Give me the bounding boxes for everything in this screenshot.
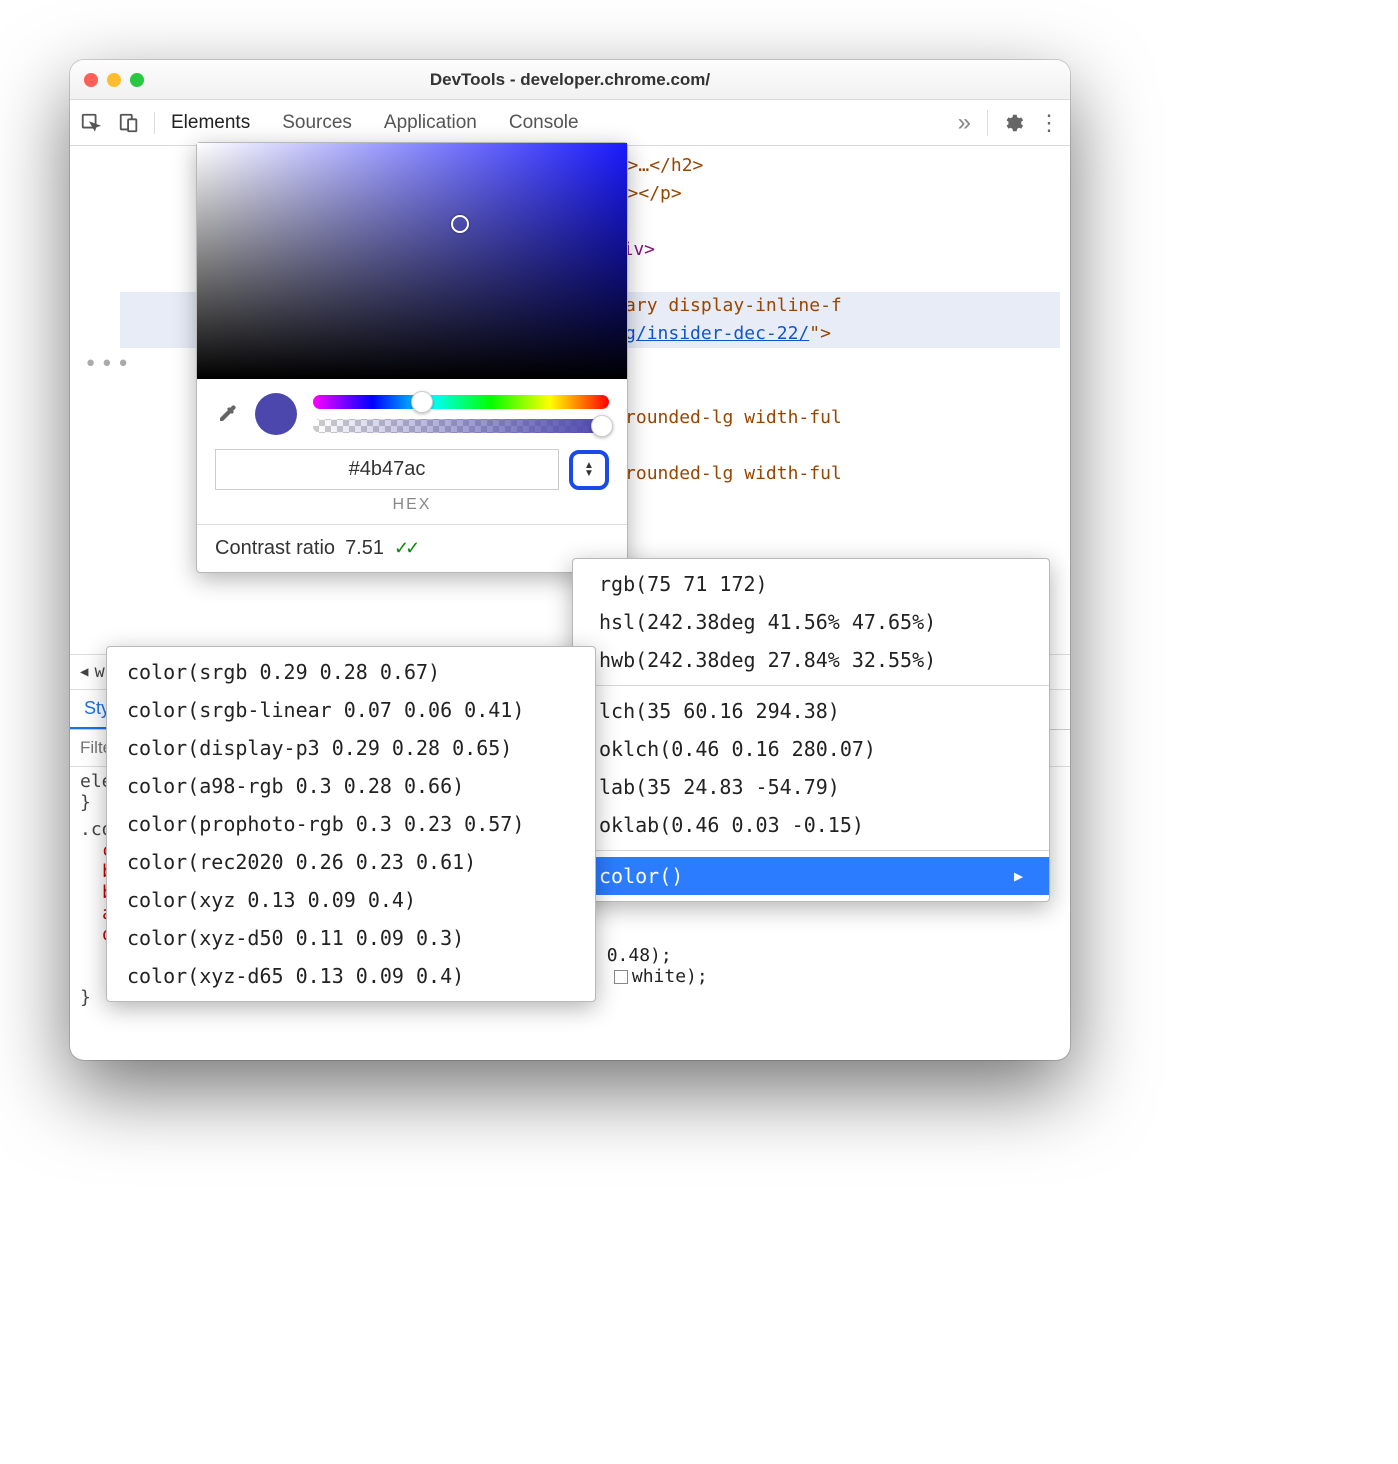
kebab-icon[interactable]: ⋮ bbox=[1038, 110, 1060, 136]
submenu-item[interactable]: color(rec2020 0.26 0.23 0.61) bbox=[107, 843, 595, 881]
tab-application[interactable]: Application bbox=[382, 102, 479, 144]
tab-sources[interactable]: Sources bbox=[280, 102, 354, 144]
menu-label: color() bbox=[599, 864, 683, 888]
slider-knob[interactable] bbox=[411, 391, 433, 413]
minimize-icon[interactable] bbox=[107, 73, 121, 87]
spectrum-canvas[interactable] bbox=[197, 143, 627, 379]
chevron-left-icon[interactable]: ◀ bbox=[80, 664, 88, 680]
menu-item-color-func[interactable]: color() ▶ bbox=[573, 857, 1049, 895]
panel-tabs: Elements Sources Application Console bbox=[169, 102, 950, 144]
spectrum-cursor[interactable] bbox=[451, 215, 469, 233]
close-icon[interactable] bbox=[84, 73, 98, 87]
format-menu: rgb(75 71 172) hsl(242.38deg 41.56% 47.6… bbox=[572, 558, 1050, 902]
format-stepper[interactable]: ▲ ▼ bbox=[569, 450, 609, 490]
submenu-item[interactable]: color(display-p3 0.29 0.28 0.65) bbox=[107, 729, 595, 767]
titlebar: DevTools - developer.chrome.com/ bbox=[70, 60, 1070, 100]
menu-item[interactable]: hwb(242.38deg 27.84% 32.55%) bbox=[573, 641, 1049, 679]
format-label: HEX bbox=[197, 496, 627, 524]
device-icon[interactable] bbox=[118, 112, 140, 134]
content-area: -h3-card">…</h2> -caption"></p> </div> r… bbox=[70, 146, 1070, 1060]
inspect-icon[interactable] bbox=[80, 112, 102, 134]
current-color-swatch bbox=[255, 393, 297, 435]
color-picker: ▲ ▼ HEX Contrast ratio 7.51 ✓✓ bbox=[196, 142, 628, 573]
tab-console[interactable]: Console bbox=[507, 102, 581, 144]
toolbar: Elements Sources Application Console » ⋮ bbox=[70, 100, 1070, 146]
color-swatch-icon[interactable] bbox=[614, 970, 628, 984]
zoom-icon[interactable] bbox=[130, 73, 144, 87]
menu-item[interactable]: oklab(0.46 0.03 -0.15) bbox=[573, 806, 1049, 844]
menu-item[interactable]: lab(35 24.83 -54.79) bbox=[573, 768, 1049, 806]
chevron-down-icon: ▼ bbox=[584, 470, 594, 478]
submenu-item[interactable]: color(xyz-d65 0.13 0.09 0.4) bbox=[107, 957, 595, 995]
more-tabs-icon[interactable]: » bbox=[950, 109, 979, 137]
menu-item[interactable]: rgb(75 71 172) bbox=[573, 565, 1049, 603]
submenu-item[interactable]: color(xyz-d50 0.11 0.09 0.3) bbox=[107, 919, 595, 957]
css-value: white); bbox=[632, 966, 708, 987]
color-func-submenu: color(srgb 0.29 0.28 0.67) color(srgb-li… bbox=[106, 646, 596, 1002]
gear-icon[interactable] bbox=[1002, 112, 1024, 134]
menu-item[interactable]: lch(35 60.16 294.38) bbox=[573, 692, 1049, 730]
devtools-window: DevTools - developer.chrome.com/ Element… bbox=[70, 60, 1070, 1060]
check-icon: ✓✓ bbox=[394, 538, 416, 559]
menu-item[interactable]: hsl(242.38deg 41.56% 47.65%) bbox=[573, 603, 1049, 641]
alpha-slider[interactable] bbox=[313, 419, 609, 433]
tab-elements[interactable]: Elements bbox=[169, 102, 252, 144]
contrast-row[interactable]: Contrast ratio 7.51 ✓✓ bbox=[197, 524, 627, 572]
submenu-item[interactable]: color(xyz 0.13 0.09 0.4) bbox=[107, 881, 595, 919]
chevron-right-icon: ▶ bbox=[1014, 867, 1023, 885]
submenu-item[interactable]: color(prophoto-rgb 0.3 0.23 0.57) bbox=[107, 805, 595, 843]
slider-knob[interactable] bbox=[591, 415, 613, 437]
hex-input[interactable] bbox=[215, 449, 559, 490]
window-controls bbox=[84, 73, 144, 87]
submenu-item[interactable]: color(srgb 0.29 0.28 0.67) bbox=[107, 653, 595, 691]
selection-dots-icon: ••• bbox=[84, 352, 133, 377]
contrast-label: Contrast ratio bbox=[215, 537, 335, 560]
window-title: DevTools - developer.chrome.com/ bbox=[70, 70, 1070, 90]
eyedropper-icon[interactable] bbox=[215, 402, 239, 426]
submenu-item[interactable]: color(srgb-linear 0.07 0.06 0.41) bbox=[107, 691, 595, 729]
submenu-item[interactable]: color(a98-rgb 0.3 0.28 0.66) bbox=[107, 767, 595, 805]
contrast-value: 7.51 bbox=[345, 537, 384, 560]
menu-item[interactable]: oklch(0.46 0.16 280.07) bbox=[573, 730, 1049, 768]
hue-slider[interactable] bbox=[313, 395, 609, 409]
